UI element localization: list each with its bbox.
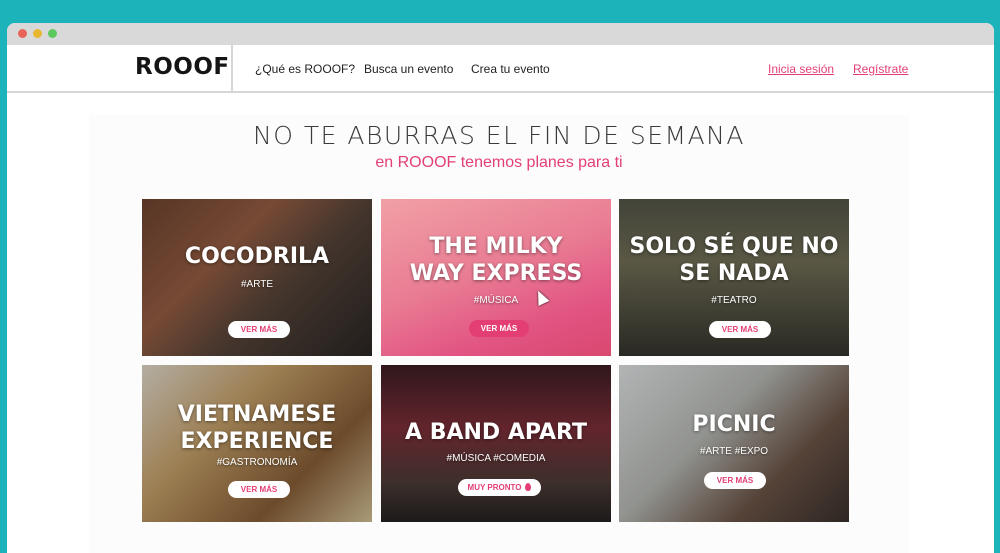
card-tags: #GASTRONOMÍA <box>216 457 298 468</box>
site-logo[interactable]: ROOOF <box>135 54 230 80</box>
card-title-line1: THE MILKY <box>429 234 563 259</box>
card-tags: #TEATRO <box>711 295 757 306</box>
card-title: COCODRILA <box>184 244 330 269</box>
card-title: PICNIC <box>692 412 776 437</box>
card-title-line2: WAY EXPRESS <box>409 261 583 286</box>
card-title: A BAND APART <box>405 420 587 445</box>
event-card-solo-se-que-no-se-nada[interactable]: SOLO SÉ QUE NO SE NADA #TEATRO VER MÁS <box>619 199 849 356</box>
event-card-milky-way-express[interactable]: THE MILKY WAY EXPRESS #MÚSICA VER MÁS <box>381 199 611 356</box>
nav-link-search-event[interactable]: Busca un evento <box>364 62 453 76</box>
coming-soon-button[interactable]: MUY PRONTO <box>458 479 541 496</box>
card-tags: #MÚSICA <box>473 295 519 306</box>
card-title-line2: EXPERIENCE <box>180 429 334 454</box>
close-window-dot[interactable] <box>18 29 27 38</box>
see-more-button[interactable]: VER MÁS <box>709 321 771 338</box>
register-link[interactable]: Regístrate <box>853 62 908 76</box>
hero-title: NO TE ABURRAS EL FIN DE SEMANA <box>253 121 745 150</box>
card-tags: #ARTE #EXPO <box>699 446 769 457</box>
nav-divider <box>231 45 233 91</box>
card-tags: #MÚSICA #COMEDIA <box>446 453 546 464</box>
card-tags: #ARTE <box>240 279 274 290</box>
minimize-window-dot[interactable] <box>33 29 42 38</box>
nav-link-about[interactable]: ¿Qué es ROOOF? <box>255 62 355 76</box>
event-card-a-band-apart[interactable]: A BAND APART #MÚSICA #COMEDIA MUY PRONTO <box>381 365 611 522</box>
nav-link-create-event[interactable]: Crea tu evento <box>471 62 550 76</box>
event-card-vietnamese-experience[interactable]: VIETNAMESE EXPERIENCE #GASTRONOMÍA VER M… <box>142 365 372 522</box>
browser-window: ROOOF ¿Qué es ROOOF? Busca un evento Cre… <box>7 23 994 553</box>
window-titlebar <box>7 23 994 45</box>
login-link[interactable]: Inicia sesión <box>768 62 834 76</box>
card-title-line1: VIETNAMESE <box>177 402 337 427</box>
card-title-line1: SOLO SÉ QUE NO <box>629 234 839 259</box>
card-title-line2: SE NADA <box>679 261 789 286</box>
flame-icon <box>525 483 532 491</box>
hero-subtitle: en ROOOF tenemos planes para ti <box>375 154 623 171</box>
top-navbar: ROOOF ¿Qué es ROOOF? Busca un evento Cre… <box>7 45 994 93</box>
coming-soon-label: MUY PRONTO <box>467 483 522 492</box>
event-card-picnic[interactable]: PICNIC #ARTE #EXPO VER MÁS <box>619 365 849 522</box>
see-more-button[interactable]: VER MÁS <box>704 472 766 489</box>
see-more-button[interactable]: VER MÁS <box>469 320 529 337</box>
main-content: NO TE ABURRAS EL FIN DE SEMANA en ROOOF … <box>89 115 909 553</box>
see-more-button[interactable]: VER MÁS <box>228 481 290 498</box>
event-card-cocodrila[interactable]: COCODRILA #ARTE VER MÁS <box>142 199 372 356</box>
maximize-window-dot[interactable] <box>48 29 57 38</box>
see-more-button[interactable]: VER MÁS <box>228 321 290 338</box>
